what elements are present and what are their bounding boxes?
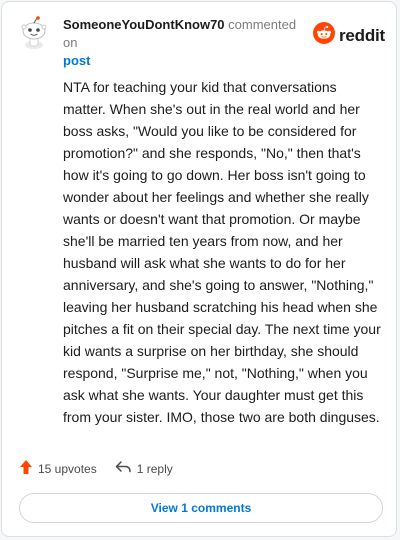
comment-body: NTA for teaching your kid that conversat…: [63, 79, 381, 425]
reddit-wordmark: reddit: [339, 25, 386, 45]
upvote-button[interactable]: 15 upvotes: [19, 459, 97, 478]
snoo-avatar-icon[interactable]: [16, 15, 52, 51]
upvote-arrow-icon: [19, 459, 33, 478]
reply-arrow-icon: [115, 460, 132, 477]
post-link[interactable]: post: [63, 53, 90, 68]
reddit-brand[interactable]: reddit: [313, 22, 385, 49]
reddit-logo-icon: [313, 22, 335, 49]
comment-header: SomeoneYouDontKnow70 commented on post: [63, 16, 313, 70]
comment-actions: 15 upvotes 1 reply: [19, 459, 173, 478]
view-comments-button[interactable]: View 1 comments: [19, 493, 383, 523]
reply-button[interactable]: 1 reply: [115, 460, 173, 477]
reply-count: 1 reply: [136, 461, 173, 476]
comment-card: SomeoneYouDontKnow70 commented on post r…: [1, 1, 397, 537]
username[interactable]: SomeoneYouDontKnow70: [63, 17, 225, 32]
upvote-count: 15 upvotes: [38, 461, 97, 476]
